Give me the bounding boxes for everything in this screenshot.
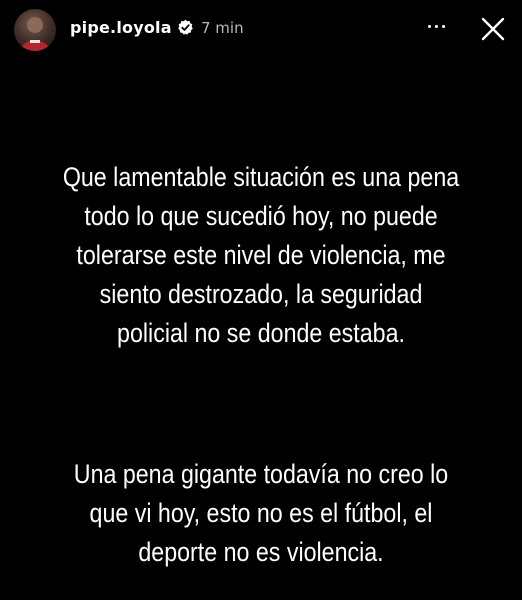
story-line: siento destrozado, la seguridad [99,279,423,309]
profile-avatar[interactable] [14,9,56,51]
post-time: 7 min [201,19,244,37]
story-line: Una pena gigante todavía no creo lo [73,459,449,489]
more-options-icon[interactable] [424,15,450,35]
story-text-paragraph-1: Que lamentable situación es una pena tod… [37,158,486,353]
story-line: todo lo que sucedió hoy, no puede [84,201,438,231]
story-header: pipe.loyola 7 min [0,0,522,60]
story-line: deporte no es violencia. [138,537,384,567]
avatar-image [20,17,50,51]
username[interactable]: pipe.loyola [70,18,172,37]
story-line: policial no se donde estaba. [117,318,405,348]
story-line: que vi hoy, esto no es el fútbol, el [89,498,433,528]
story-line: Que lamentable situación es una pena [62,162,460,192]
close-icon[interactable] [476,12,510,46]
verified-badge-icon [177,19,194,36]
story-line: tolerarse este nivel de violencia, me [76,240,446,270]
story-text-paragraph-2: Una pena gigante todavía no creo lo que … [37,455,486,572]
